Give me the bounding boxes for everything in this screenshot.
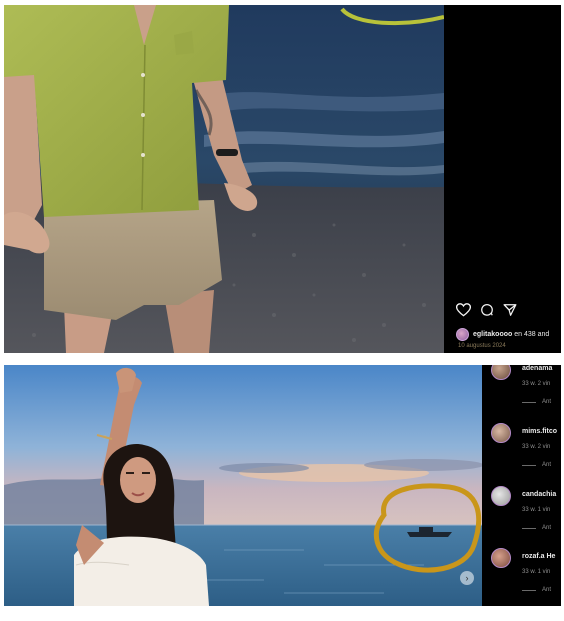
liked-by-username[interactable]: eglitakoooo [473,331,512,338]
comment-meta: 33 w. 2 vin [522,444,551,450]
divider [522,401,536,403]
view-replies-button[interactable]: Ant [522,587,551,593]
chevron-right-icon: › [465,573,469,583]
avatar[interactable] [491,365,511,380]
comment-username[interactable]: mims.fitco [522,428,557,435]
comment-username[interactable]: adenama [522,365,552,372]
top-post-panel: eglitakoooo en 438 and 10 augustus 2024 [4,5,561,353]
comments-panel: adenama 33 w. 2 vin Ant mims.fitco 33 w.… [482,365,561,606]
avatar[interactable] [456,328,469,341]
post-action-row [456,303,517,317]
comment-meta: 33 w. 1 vin [522,507,551,513]
liked-by-rest: en 438 and [514,331,550,338]
bottom-post-photo: › [4,365,482,606]
avatar[interactable] [491,486,511,506]
beach-night-photo [4,5,444,353]
post-sidebar: eglitakoooo en 438 and 10 augustus 2024 [444,5,561,353]
screenshot-collage: eglitakoooo en 438 and 10 augustus 2024 [0,0,564,621]
view-replies-button[interactable]: Ant [522,525,551,531]
comment-meta: 33 w. 1 vin [522,569,551,575]
comment-icon[interactable] [480,303,494,317]
sunset-beach-photo [4,365,482,606]
view-replies-label: Ant [542,462,552,468]
top-post-photo [4,5,444,353]
divider [522,527,536,529]
share-icon[interactable] [503,303,517,317]
divider [522,589,536,591]
view-replies-label: Ant [542,399,552,405]
heart-icon[interactable] [456,303,471,317]
post-date: 10 augustus 2024 [458,343,506,349]
avatar[interactable] [491,423,511,443]
bottom-post-panel: › adenama 33 w. 2 vin Ant mims.fitco 33 … [4,365,561,606]
divider [522,464,536,466]
liked-by-line: eglitakoooo en 438 and [456,328,549,341]
comment-username[interactable]: candachia [522,491,556,498]
view-replies-label: Ant [542,525,552,531]
comment-meta: 33 w. 2 vin [522,381,551,387]
comment-username[interactable]: rozaf.a He [522,553,555,560]
view-replies-button[interactable]: Ant [522,399,551,405]
next-photo-button[interactable]: › [460,571,474,585]
view-replies-label: Ant [542,587,552,593]
avatar[interactable] [491,548,511,568]
view-replies-button[interactable]: Ant [522,462,551,468]
